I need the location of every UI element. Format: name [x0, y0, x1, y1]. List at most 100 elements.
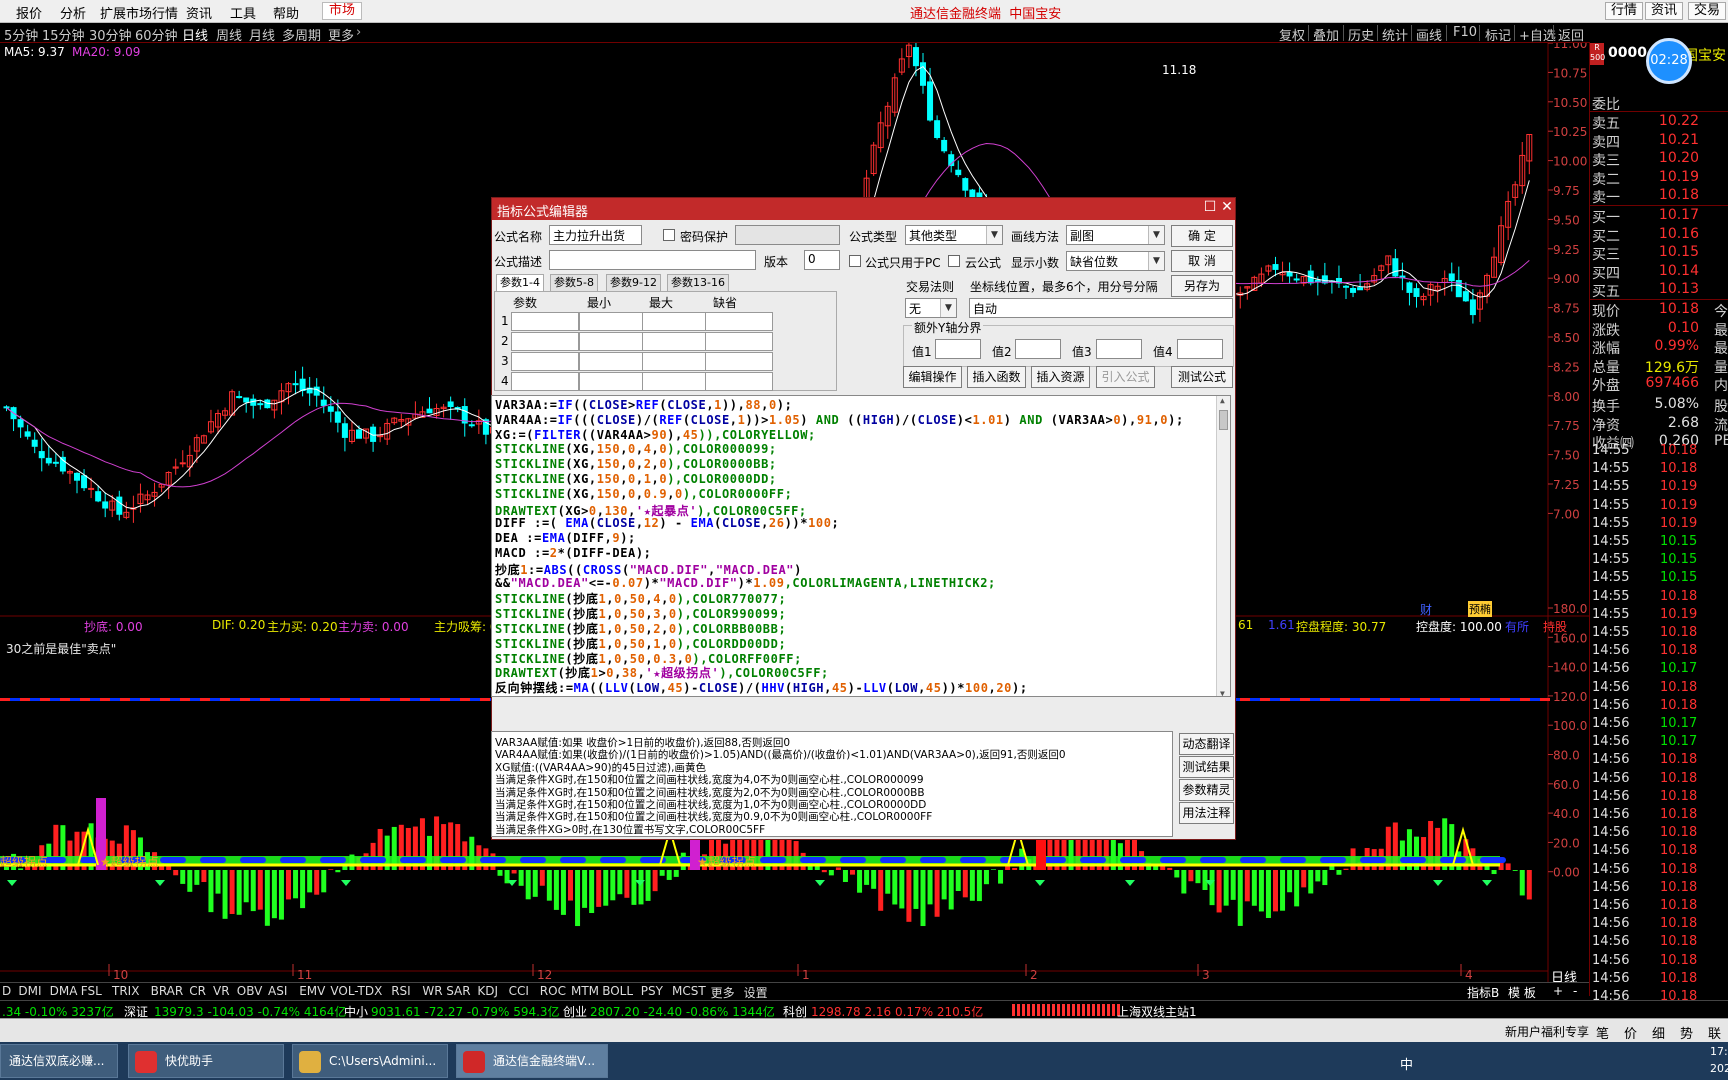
tab-params-1-4[interactable]: 参数1-4	[496, 274, 544, 291]
val4-input[interactable]	[1177, 339, 1223, 359]
code-line[interactable]: STICKLINE(XG,150,0,1,0),COLOR0000DD;	[495, 472, 777, 486]
formula-desc-input[interactable]	[549, 250, 756, 270]
val2-input[interactable]	[1015, 339, 1061, 359]
menu-ext-market[interactable]: 扩展市场行情	[100, 3, 178, 22]
stat-row[interactable]: 净资 2.68 流	[1590, 415, 1728, 434]
formula-code-editor[interactable]: VAR3AA:=IF((CLOSE>REF(CLOSE,1)),88,0); VA…	[491, 395, 1231, 697]
period-30min[interactable]: 30分钟	[89, 25, 132, 44]
ask-row[interactable]: 卖四 10.21	[1590, 132, 1728, 151]
stat-row[interactable]: 现价 10.18 今	[1590, 301, 1728, 320]
taskbar-app-4[interactable]: 通达信金融终端V...	[456, 1044, 608, 1078]
param-name-cell[interactable]	[511, 332, 579, 351]
period-day[interactable]: 日线	[182, 25, 208, 44]
tool-overlay[interactable]: 叠加	[1313, 25, 1339, 44]
indicator-tab-boll[interactable]: BOLL	[602, 984, 633, 998]
tool-add-watchlist[interactable]: +自选	[1519, 25, 1556, 44]
period-multi[interactable]: 多周期	[282, 25, 321, 44]
indicator-tab-emv[interactable]: EMV	[299, 984, 325, 998]
formula-type-select[interactable]: 其他类型 ▼	[905, 225, 1003, 245]
param-default-cell[interactable]	[705, 312, 773, 331]
tool-mark[interactable]: 标记	[1485, 25, 1511, 44]
dynamic-translate-button[interactable]: 动态翻译	[1179, 733, 1234, 755]
indicator-tab-cr[interactable]: CR	[189, 984, 206, 998]
bid-row[interactable]: 买五 10.13	[1590, 281, 1728, 300]
indicator-tab-mtm[interactable]: MTM	[571, 984, 599, 998]
indicator-tab-trix[interactable]: TRIX	[112, 984, 139, 998]
indicator-tab-wr[interactable]: WR	[422, 984, 442, 998]
code-line[interactable]: STICKLINE(XG,150,0,2,0),COLOR0000BB;	[495, 457, 777, 471]
param-name-cell[interactable]	[511, 372, 579, 391]
top-trade-button[interactable]: 交易	[1688, 2, 1727, 20]
code-line[interactable]: DEA :=EMA(DIFF,9);	[495, 531, 636, 545]
stat-row[interactable]: 总量 129.6万量	[1590, 357, 1728, 376]
indicator-tab-obv[interactable]: OBV	[237, 984, 263, 998]
indicator-tab-设置[interactable]: 设置	[744, 984, 768, 1001]
test-result-button[interactable]: 测试结果	[1179, 756, 1234, 778]
menu-help[interactable]: 帮助	[273, 3, 299, 22]
menu-quote[interactable]: 报价	[16, 3, 42, 22]
tray-date[interactable]: 202	[1710, 1062, 1728, 1075]
bid-row[interactable]: 买二 10.16	[1590, 226, 1728, 245]
indicator-tab-mcst[interactable]: MCST	[672, 984, 706, 998]
add-icon[interactable]: +	[1553, 984, 1563, 998]
indicator-tab-psy[interactable]: PSY	[641, 984, 663, 998]
stat-row[interactable]: 换手 5.08% 股	[1590, 396, 1728, 415]
formula-name-input[interactable]: 主力拉升出货	[549, 225, 642, 245]
indicator-tab-sar[interactable]: SAR	[446, 984, 470, 998]
param-min-cell[interactable]	[579, 352, 647, 371]
param-max-cell[interactable]	[642, 352, 710, 371]
tab-params-5-8[interactable]: 参数5-8	[550, 274, 598, 291]
indicator-tab-cci[interactable]: CCI	[509, 984, 529, 998]
version-input[interactable]: 0	[804, 250, 840, 270]
bid-row[interactable]: 买四 10.14	[1590, 263, 1728, 282]
code-line[interactable]: MACD :=2*(DIFF-DEA);	[495, 546, 652, 560]
indicator-tab-dmi[interactable]: DMI	[18, 984, 41, 998]
indicator-tab-rsi[interactable]: RSI	[391, 984, 411, 998]
status-price[interactable]: 价	[1624, 1023, 1637, 1042]
cancel-button[interactable]: 取 消	[1171, 250, 1233, 272]
draw-method-select[interactable]: 副图 ▼	[1066, 225, 1165, 245]
template-button[interactable]: 模 板	[1508, 984, 1536, 1001]
test-formula-button[interactable]: 测试公式	[1171, 366, 1233, 388]
taskbar-app-1[interactable]: 通达信双底必赚...	[0, 1044, 118, 1078]
ask-row[interactable]: 卖五 10.22	[1590, 113, 1728, 132]
ok-button[interactable]: 确 定	[1171, 225, 1233, 247]
insert-resource-button[interactable]: 插入资源	[1031, 366, 1090, 388]
indicator-tab-roc[interactable]: ROC	[540, 984, 566, 998]
param-wizard-button[interactable]: 参数精灵	[1179, 779, 1234, 801]
scroll-up-icon[interactable]: ▲	[1220, 396, 1225, 405]
bid-row[interactable]: 买一 10.17	[1590, 207, 1728, 226]
menu-analysis[interactable]: 分析	[60, 3, 86, 22]
val3-input[interactable]	[1096, 339, 1142, 359]
period-more[interactable]: 更多	[328, 25, 354, 44]
tab-params-9-12[interactable]: 参数9-12	[606, 274, 661, 291]
menu-news[interactable]: 资讯	[186, 3, 212, 22]
indicator-b-button[interactable]: 指标B	[1467, 984, 1499, 1001]
period-week[interactable]: 周线	[216, 25, 242, 44]
close-icon[interactable]: ✕	[1218, 199, 1236, 217]
indicator-tab-asi[interactable]: ASI	[268, 984, 287, 998]
param-default-cell[interactable]	[705, 332, 773, 351]
param-name-cell[interactable]	[511, 312, 579, 331]
import-formula-button[interactable]: 引入公式	[1096, 366, 1155, 388]
indicator-tab-dma[interactable]: DMA	[50, 984, 78, 998]
forecast-marker[interactable]: 预椭	[1468, 601, 1492, 617]
coord-input[interactable]: 自动	[969, 298, 1233, 318]
tool-back[interactable]: 返回	[1558, 25, 1584, 44]
code-scrollbar[interactable]: ▲ ▼	[1216, 396, 1230, 696]
insert-function-button[interactable]: 插入函数	[967, 366, 1026, 388]
tray-time[interactable]: 17:	[1710, 1045, 1728, 1058]
tool-restore-rights[interactable]: 复权	[1279, 25, 1305, 44]
code-line[interactable]: VAR3AA:=IF((CLOSE>REF(CLOSE,1)),88,0);	[495, 398, 792, 412]
minus-icon[interactable]: -	[1573, 984, 1577, 998]
status-trend[interactable]: 势	[1680, 1023, 1693, 1042]
password-input[interactable]	[735, 225, 840, 245]
tool-draw-line[interactable]: 画线	[1416, 25, 1442, 44]
param-min-cell[interactable]	[579, 312, 647, 331]
maximize-icon[interactable]: ☐	[1201, 199, 1219, 217]
status-link[interactable]: 联	[1708, 1023, 1721, 1042]
tool-f10[interactable]: F10	[1453, 25, 1477, 40]
cloud-checkbox[interactable]	[948, 255, 960, 267]
code-line[interactable]: DK:=CROSS(-5,反向钟摆线);	[495, 694, 675, 696]
val1-input[interactable]	[935, 339, 981, 359]
